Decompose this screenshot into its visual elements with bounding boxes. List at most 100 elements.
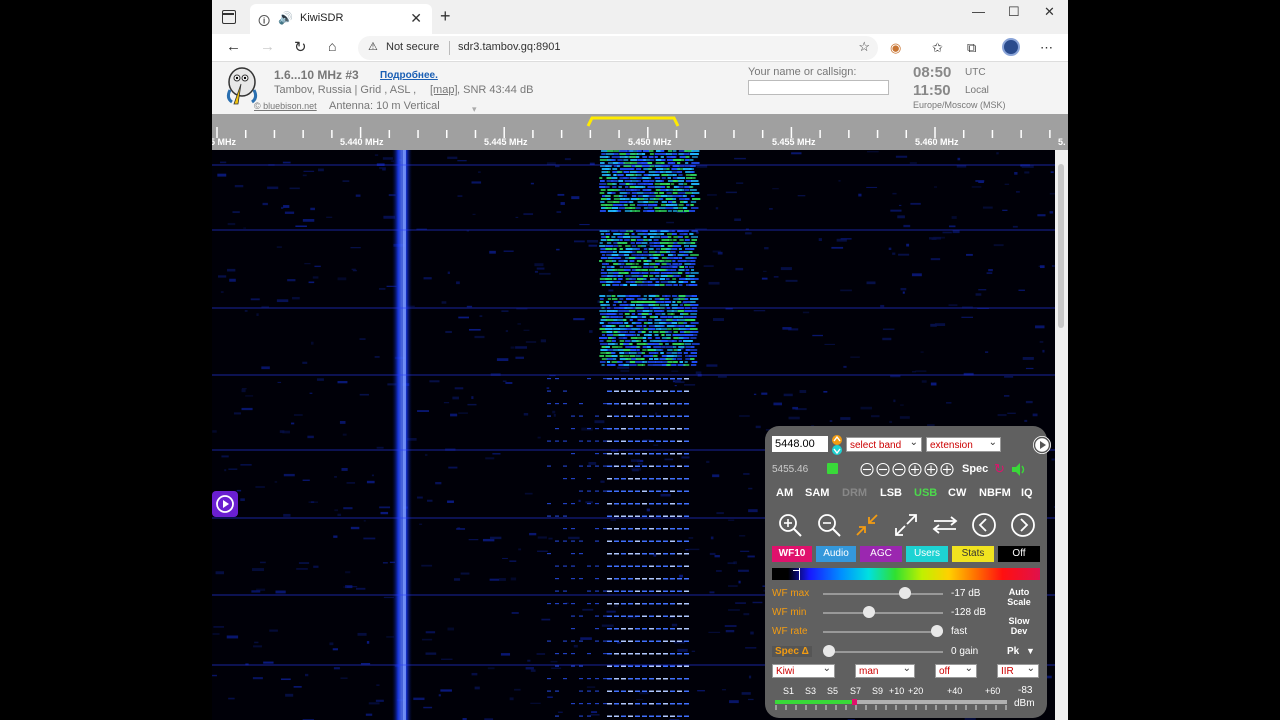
peak-dropdown-icon[interactable]: ▼ — [1026, 646, 1035, 656]
link-icon[interactable] — [827, 463, 838, 474]
minimize-button[interactable]: — — [972, 4, 985, 19]
wf-signal-dash — [677, 503, 682, 505]
close-window-button[interactable]: ✕ — [1044, 4, 1055, 20]
mode-nbfm[interactable]: NBFM — [979, 487, 1011, 499]
mode-usb[interactable]: USB — [914, 487, 937, 499]
wf-mode-select[interactable]: man — [855, 662, 915, 678]
wf-min-slider[interactable] — [823, 612, 943, 614]
volume-icon[interactable] — [1011, 462, 1027, 477]
back-arrow-icon[interactable]: ← — [226, 38, 241, 55]
url-bar[interactable]: ⚠ Not secure sdr3.tambov.gq:8901 ☆ — [358, 36, 878, 60]
wf-noise-speck — [588, 244, 598, 247]
mode-cw[interactable]: CW — [948, 487, 966, 499]
collections-icon[interactable]: ⧉ — [967, 40, 976, 56]
tab-off[interactable]: Off — [998, 546, 1040, 562]
zoom-in-icon[interactable] — [777, 512, 803, 538]
spec-filter-select[interactable]: IIR — [997, 662, 1039, 678]
wf-signal-cell — [625, 304, 632, 306]
wf-noise-speck — [892, 192, 897, 195]
zoom-step-icons[interactable] — [860, 462, 956, 477]
tab-agc[interactable]: AGC — [860, 546, 902, 562]
wf-max-slider[interactable] — [823, 593, 943, 595]
spec-button[interactable]: Spec — [962, 463, 988, 475]
wf-noise-speck — [728, 519, 735, 521]
wf-rate-knob[interactable] — [931, 625, 943, 637]
wf-signal-dash — [684, 428, 689, 430]
more-menu-icon[interactable]: ⋯ — [1040, 40, 1053, 56]
security-label[interactable]: Not secure — [386, 41, 439, 53]
mode-lsb[interactable]: LSB — [880, 487, 902, 499]
reload-icon[interactable]: ↻ — [294, 38, 307, 56]
profile-avatar[interactable] — [1002, 38, 1020, 56]
auto-scale-button[interactable]: Auto Scale — [1003, 587, 1035, 607]
frequency-scale[interactable]: 5 MHz 5.440 MHz 5.445 MHz 5.450 MHz 5.45… — [212, 114, 1068, 150]
credit-link[interactable]: © bluebison.net — [254, 101, 317, 111]
wf-noise-speck — [578, 499, 581, 503]
mode-iq[interactable]: IQ — [1021, 487, 1033, 499]
mode-drm[interactable]: DRM — [842, 487, 867, 499]
wf-signal-dash — [670, 653, 675, 655]
audio-start-button[interactable] — [212, 491, 238, 517]
scrollbar-thumb[interactable] — [1058, 164, 1064, 328]
wf-signal-dash — [642, 628, 647, 630]
home-icon[interactable]: ⌂ — [328, 38, 336, 54]
tab-actions-icon[interactable] — [222, 10, 236, 24]
tab-audio[interactable]: Audio — [816, 546, 856, 562]
callsign-input[interactable] — [748, 80, 889, 95]
forward-arrow-icon[interactable]: → — [260, 38, 275, 55]
spec-delta-slider[interactable] — [829, 651, 943, 653]
tab-stats[interactable]: Stats — [952, 546, 994, 562]
more-info-link[interactable]: Подробнее. — [380, 70, 438, 81]
wf-source-select[interactable]: Kiwi — [772, 662, 835, 678]
extension-icon[interactable]: ◉ — [890, 40, 901, 56]
map-link[interactable]: [map] — [430, 84, 458, 96]
zoom-out-icon[interactable] — [816, 512, 842, 538]
zoom-band-icon[interactable] — [854, 512, 880, 538]
waterfall-scrollbar[interactable] — [1055, 150, 1068, 720]
wf-signal-dash — [656, 715, 661, 717]
wf-signal-cell — [690, 260, 696, 262]
passband-marker[interactable] — [586, 116, 680, 127]
wf-min-knob[interactable] — [862, 606, 875, 618]
wf-signal-cell — [691, 207, 699, 209]
tab-wf[interactable]: WF10 — [772, 546, 812, 562]
wf-rate-slider[interactable] — [823, 631, 943, 633]
swap-icon[interactable] — [932, 512, 958, 538]
wf-noise-speck — [530, 702, 541, 704]
speaker-icon[interactable]: 🔊 — [278, 11, 293, 25]
step-arrows-icon[interactable] — [831, 434, 843, 456]
wf-signal-dash — [555, 565, 559, 567]
spec-delta-knob[interactable] — [823, 645, 835, 657]
wf-signal-cell — [667, 275, 674, 277]
warning-icon[interactable]: ⚠ — [368, 40, 378, 53]
url-text[interactable]: sdr3.tambov.gq:8901 — [458, 41, 561, 53]
wf-filter-select[interactable]: off — [935, 662, 977, 678]
page-right-icon[interactable] — [1010, 512, 1036, 538]
zoom-max-out-icon[interactable] — [893, 512, 919, 538]
wf-signal-cell — [679, 361, 683, 363]
favorite-star-icon[interactable]: ☆ — [858, 39, 870, 55]
mode-sam[interactable]: SAM — [805, 487, 829, 499]
frequency-input[interactable]: 5448.00 — [772, 436, 828, 452]
page-left-icon[interactable] — [971, 512, 997, 538]
favorites-icon[interactable]: ✩ — [932, 40, 943, 56]
browser-tab[interactable]: 🛈 🔊 KiwiSDR ✕ — [250, 4, 432, 34]
band-select[interactable]: select band — [846, 435, 922, 452]
maximize-button[interactable]: ☐ — [1008, 4, 1020, 20]
wf-signal-cell — [601, 334, 606, 336]
play-icon[interactable] — [1031, 434, 1053, 456]
wf-signal-cell — [600, 233, 605, 235]
wf-signal-dash — [628, 715, 633, 717]
extension-select[interactable]: extension — [926, 435, 1001, 452]
wf-noise-speck — [241, 389, 246, 393]
slow-dev-button[interactable]: Slow Dev — [1003, 616, 1035, 636]
tab-close-button[interactable]: ✕ — [410, 10, 422, 27]
tab-users[interactable]: Users — [906, 546, 948, 562]
spec-delta-label[interactable]: Spec Δ — [772, 646, 812, 657]
reset-icon[interactable]: ↻ — [994, 461, 1005, 477]
new-tab-button[interactable]: + — [440, 6, 451, 27]
wf-noise-speck — [712, 474, 720, 478]
wf-max-knob[interactable] — [898, 587, 911, 599]
peak-button[interactable]: Pk — [1007, 646, 1019, 657]
mode-am[interactable]: AM — [776, 487, 793, 499]
